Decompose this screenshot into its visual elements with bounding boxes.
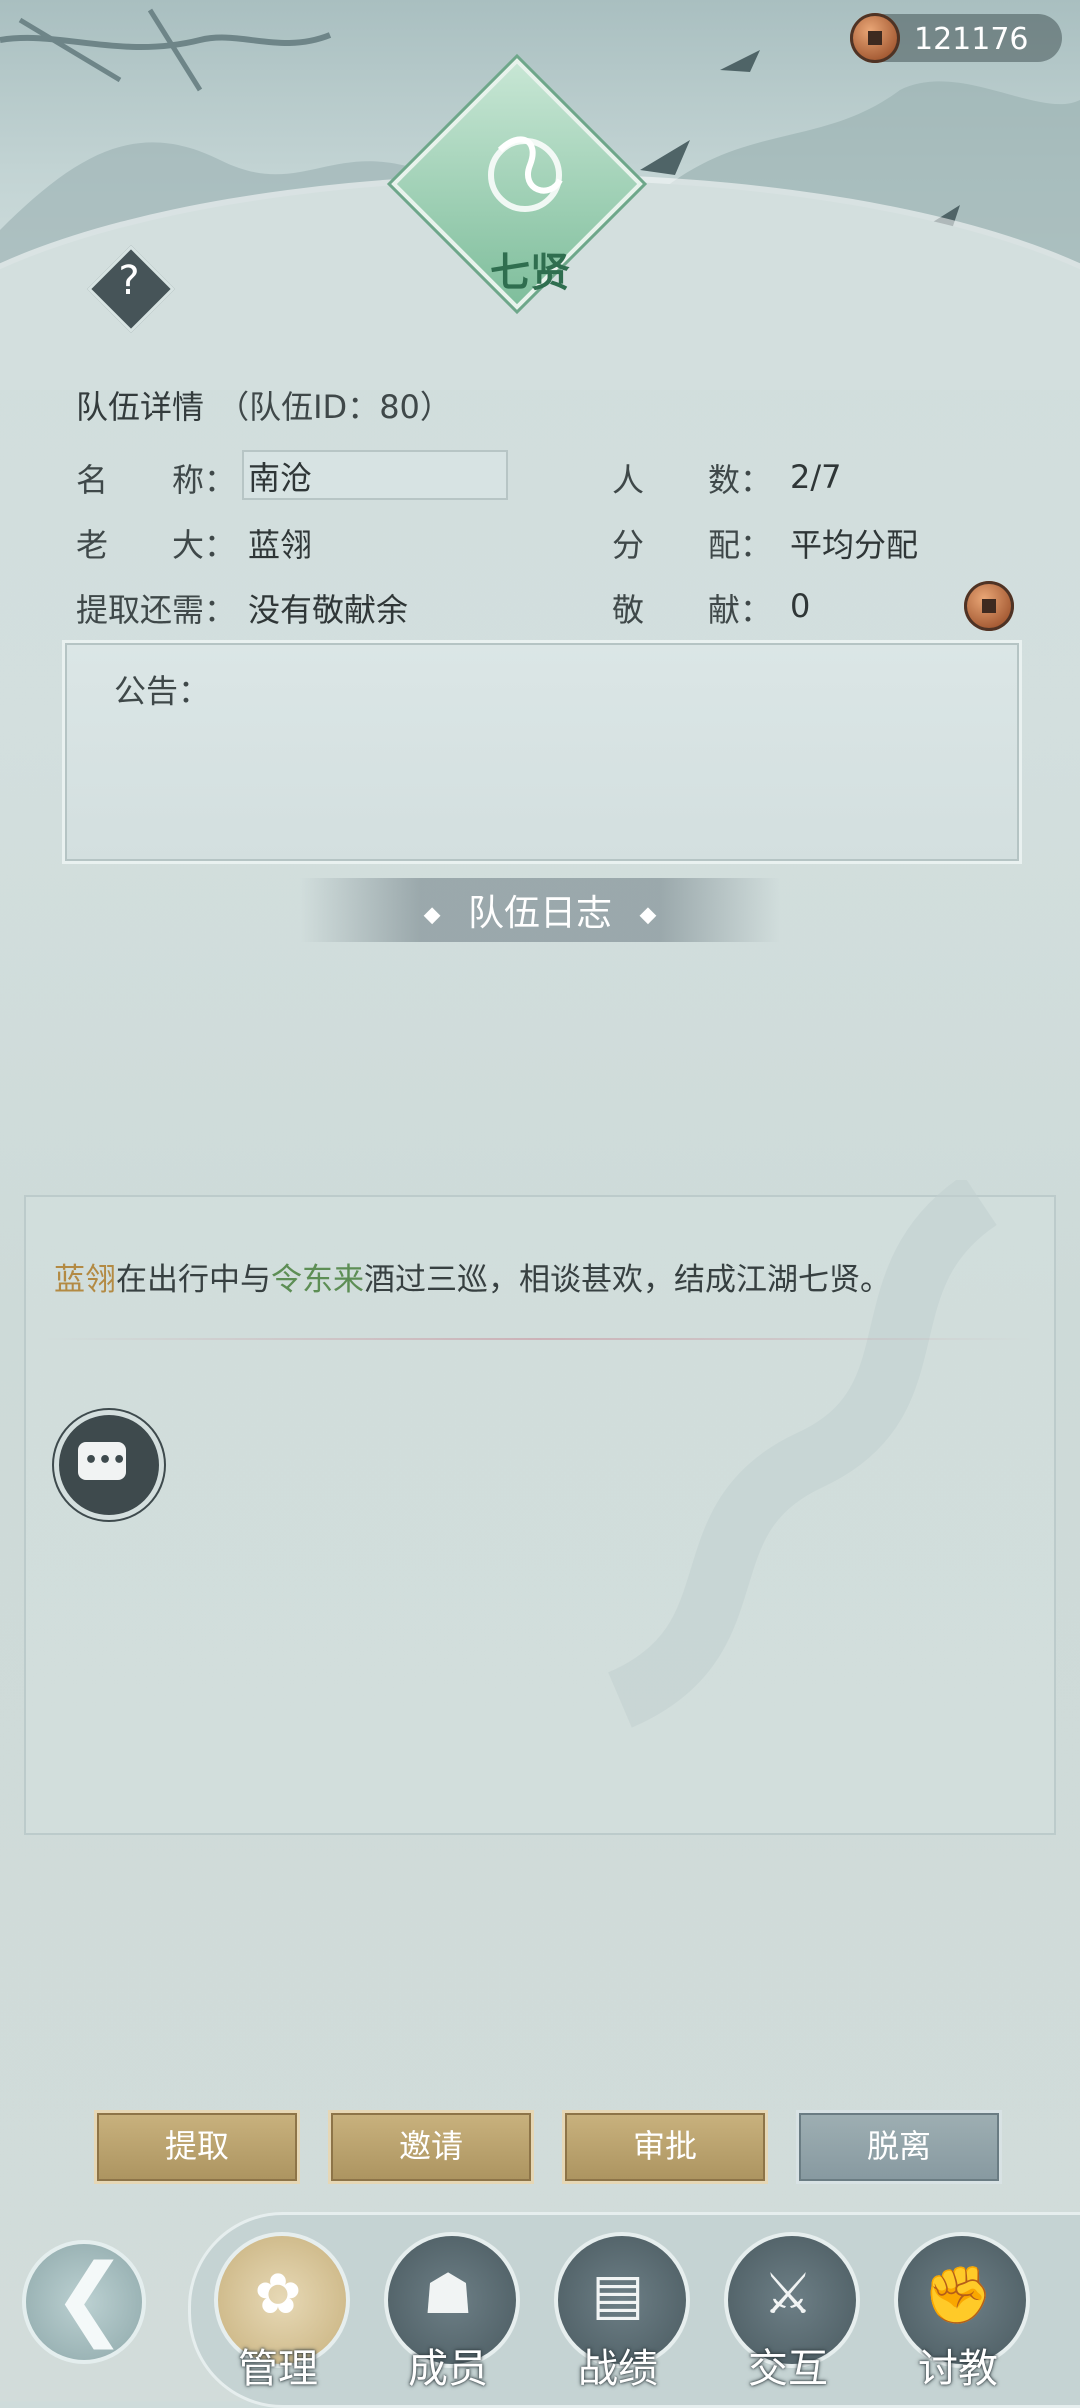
leader-value: 蓝翎 <box>248 526 313 564</box>
contribution-label: 敬 献： <box>612 591 773 629</box>
challenge-icon: ✊ <box>923 2263 993 2328</box>
contribution-coin-icon <box>964 581 1014 631</box>
notice-label: 公告： <box>114 672 211 710</box>
withdraw-label: 提取还需： <box>76 591 237 629</box>
withdraw-value: 没有敬献余 <box>248 591 409 629</box>
team-name-value: 南沧 <box>248 459 313 497</box>
copper-coin-icon <box>850 13 900 63</box>
log-text-1: 在出行中与 <box>116 1262 271 1298</box>
nav-interact-label[interactable]: 交互 <box>718 2336 858 2394</box>
nav-record-label[interactable]: 战绩 <box>548 2336 688 2394</box>
members-value: 2/7 <box>790 458 842 496</box>
log-divider <box>44 1338 1034 1340</box>
leave-button[interactable]: 脱离 <box>796 2110 1002 2184</box>
log-actor[interactable]: 蓝翎 <box>54 1262 116 1298</box>
diamond-left-icon: ◆ <box>423 902 441 928</box>
nav-members-label[interactable]: 成员 <box>378 2336 518 2394</box>
details-title: 队伍详情 <box>76 388 205 426</box>
diamond-right-icon: ◆ <box>639 902 657 928</box>
details-header: 队伍详情 （队伍ID：80） <box>76 382 452 428</box>
currency-amount: 121176 <box>914 22 1029 57</box>
name-label: 名 称： <box>76 461 237 499</box>
distribution-label: 分 配： <box>612 526 773 564</box>
log-entry: 蓝翎在出行中与令东来酒过三巡，相谈甚欢，结成江湖七贤。 <box>54 1254 891 1299</box>
log-title-text: 队伍日志 <box>467 893 612 934</box>
team-emblem-name: 七贤 <box>490 249 570 296</box>
withdraw-button[interactable]: 提取 <box>94 2110 300 2184</box>
invite-button[interactable]: 邀请 <box>328 2110 534 2184</box>
team-id: （队伍ID：80） <box>217 388 452 426</box>
contribution-value: 0 <box>790 587 811 625</box>
log-partner[interactable]: 令东来 <box>271 1262 364 1298</box>
record-icon: ▤ <box>591 2262 645 2327</box>
interact-icon: ⚔ <box>762 2262 814 2327</box>
log-title: ◆ 队伍日志 ◆ <box>300 884 780 936</box>
manage-icon: ✿ <box>254 2262 302 2327</box>
emblem-art <box>488 136 563 212</box>
back-arrow-icon[interactable]: ❮ <box>52 2240 127 2356</box>
distribution-value: 平均分配 <box>790 526 919 564</box>
leader-label: 老 大： <box>76 526 237 564</box>
log-text-2: 酒过三巡，相谈甚欢，结成江湖七贤。 <box>364 1262 891 1298</box>
members-icon: ☗ <box>422 2262 474 2327</box>
nav-challenge-label[interactable]: 讨教 <box>888 2336 1028 2394</box>
chat-dots-icon: ••• <box>84 1448 127 1473</box>
members-label: 人 数： <box>612 461 773 499</box>
approve-button[interactable]: 审批 <box>562 2110 768 2184</box>
help-icon[interactable]: ? <box>114 258 144 304</box>
nav-manage-label[interactable]: 管理 <box>208 2336 348 2394</box>
